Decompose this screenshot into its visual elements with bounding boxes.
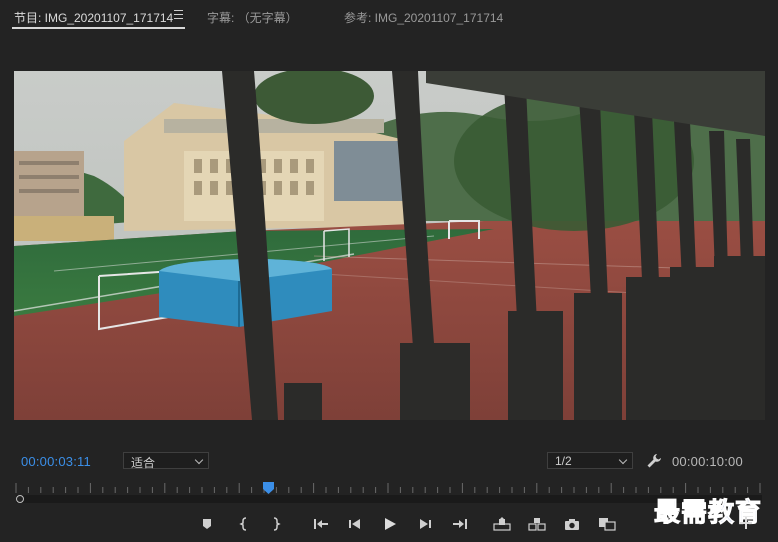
time-ruler-ticks [15, 483, 761, 493]
duration-timecode: 00:00:10:00 [672, 454, 743, 469]
hamburger-menu-icon[interactable] [174, 10, 183, 19]
tab-program[interactable]: 节目: IMG_20201107_171714 [14, 9, 173, 26]
go-to-out-icon[interactable] [450, 514, 470, 534]
chevron-down-icon [194, 455, 204, 465]
zoom-level-dropdown[interactable]: 适合 [123, 452, 209, 470]
tab-captions[interactable]: 字幕: （无字幕） [207, 9, 298, 26]
go-to-in-icon[interactable] [311, 514, 331, 534]
playback-resolution-dropdown[interactable]: 1/2 [547, 452, 633, 469]
play-icon[interactable] [380, 514, 400, 534]
panel-tab-bar: 节目: IMG_20201107_171714 字幕: （无字幕） 参考: IM… [0, 0, 778, 32]
step-back-icon[interactable] [345, 514, 365, 534]
active-tab-indicator [12, 27, 185, 29]
playback-resolution-value: 1/2 [555, 454, 572, 468]
plus-icon[interactable] [739, 516, 753, 530]
scrub-start-handle[interactable] [16, 495, 24, 503]
scrub-bar[interactable] [16, 495, 762, 503]
mark-in-icon[interactable] [234, 514, 254, 534]
zoom-level-value: 适合 [131, 456, 156, 470]
marker-icon[interactable] [197, 514, 217, 534]
comparison-view-icon[interactable] [597, 514, 617, 534]
lift-icon[interactable] [492, 514, 512, 534]
program-monitor-viewer[interactable] [14, 71, 765, 420]
chevron-down-icon [618, 455, 628, 465]
extract-icon[interactable] [527, 514, 547, 534]
mark-out-icon[interactable] [266, 514, 286, 534]
tab-reference[interactable]: 参考: IMG_20201107_171714 [344, 9, 503, 26]
wrench-icon[interactable] [646, 453, 662, 469]
video-frame [14, 71, 765, 420]
step-forward-icon[interactable] [415, 514, 435, 534]
time-ruler[interactable] [14, 480, 762, 494]
current-timecode[interactable]: 00:00:03:11 [21, 454, 91, 469]
playhead-marker-icon[interactable] [262, 481, 274, 494]
camera-icon[interactable] [562, 514, 582, 534]
